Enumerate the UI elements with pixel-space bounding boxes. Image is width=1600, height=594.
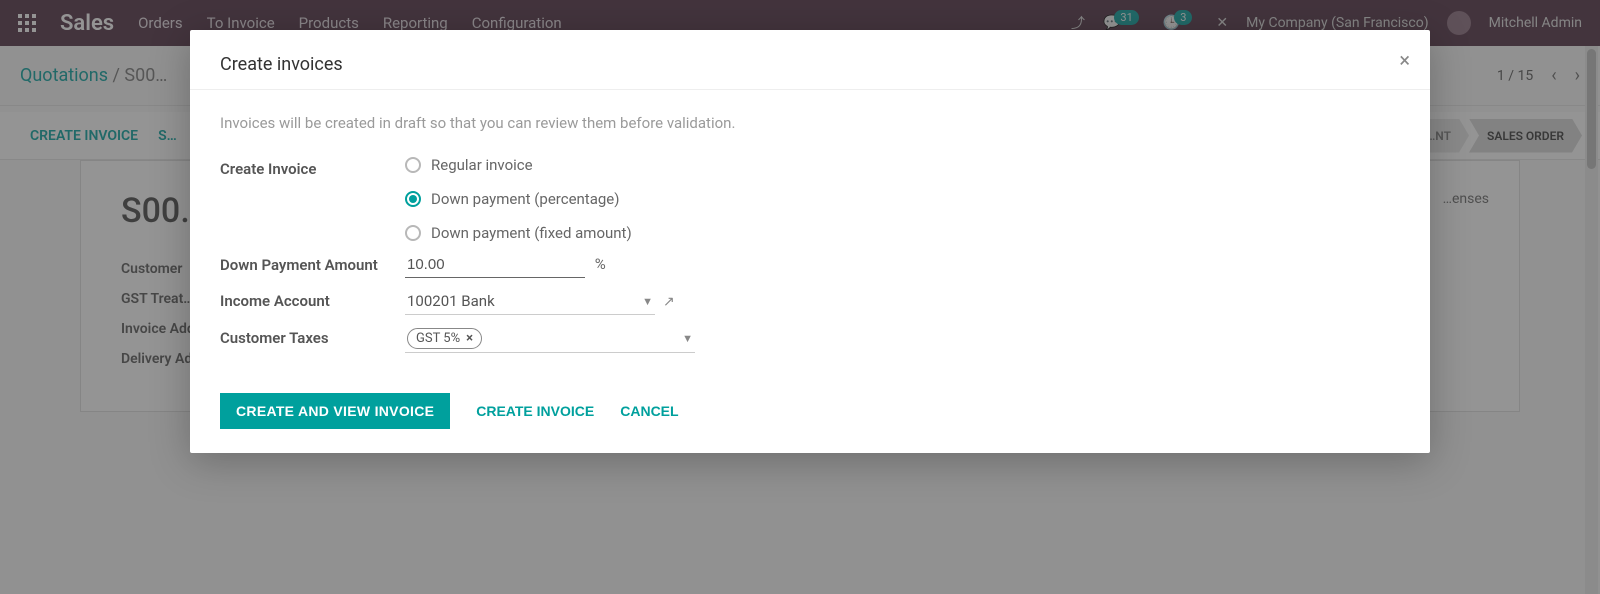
tax-tag-label: GST 5% — [416, 331, 460, 346]
percent-suffix: % — [595, 255, 606, 273]
invoice-type-radios: Regular invoice Down payment (percentage… — [405, 156, 1400, 242]
radio-label: Down payment (percentage) — [431, 190, 619, 208]
create-invoice-button[interactable]: CREATE INVOICE — [476, 403, 594, 419]
radio-dot — [405, 157, 421, 173]
radio-label: Regular invoice — [431, 156, 533, 174]
chevron-down-icon: ▼ — [682, 332, 693, 345]
radio-down-payment-fixed[interactable]: Down payment (fixed amount) — [405, 224, 1400, 242]
tax-tag[interactable]: GST 5% × — [407, 328, 482, 349]
modal-title: Create invoices — [220, 54, 1400, 75]
modal-footer: CREATE AND VIEW INVOICE CREATE INVOICE C… — [220, 393, 1400, 429]
down-payment-amount-label: Down Payment Amount — [220, 252, 405, 276]
cancel-button[interactable]: CANCEL — [620, 403, 678, 419]
radio-label: Down payment (fixed amount) — [431, 224, 632, 242]
income-account-select[interactable]: 100201 Bank ▼ — [405, 288, 655, 315]
external-link-icon[interactable]: ↗ — [663, 294, 675, 310]
create-invoice-label: Create Invoice — [220, 156, 405, 180]
tag-remove-icon[interactable]: × — [466, 331, 473, 346]
radio-regular-invoice[interactable]: Regular invoice — [405, 156, 1400, 174]
radio-dot-selected — [405, 191, 421, 207]
modal-description: Invoices will be created in draft so tha… — [220, 114, 1400, 132]
create-and-view-invoice-button[interactable]: CREATE AND VIEW INVOICE — [220, 393, 450, 429]
radio-dot — [405, 225, 421, 241]
customer-taxes-label: Customer Taxes — [220, 325, 405, 349]
modal-divider — [190, 89, 1430, 90]
income-account-label: Income Account — [220, 288, 405, 312]
close-icon[interactable]: × — [1399, 48, 1410, 72]
chevron-down-icon: ▼ — [642, 295, 653, 308]
radio-down-payment-percentage[interactable]: Down payment (percentage) — [405, 190, 1400, 208]
income-account-value: 100201 Bank — [407, 292, 495, 310]
down-payment-amount-input[interactable] — [405, 252, 585, 278]
customer-taxes-select[interactable]: GST 5% × ▼ — [405, 325, 695, 353]
create-invoices-modal: Create invoices × Invoices will be creat… — [190, 30, 1430, 453]
